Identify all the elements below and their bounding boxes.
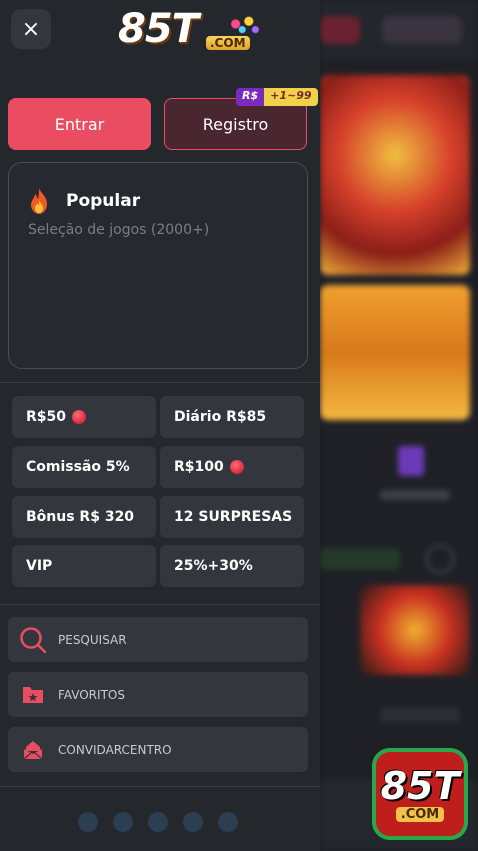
promo-item[interactable]: VIP (12, 545, 156, 587)
notification-dot (229, 460, 244, 474)
pagination-dots (78, 812, 238, 832)
badge-amount: +1~99 (264, 88, 318, 106)
divider (0, 786, 320, 787)
promo-label: R$50 (26, 409, 67, 425)
promo-item[interactable]: 25%+30% (160, 545, 304, 587)
close-button[interactable]: × (11, 9, 51, 49)
promo-item[interactable]: Bônus R$ 320 (12, 496, 156, 538)
popular-subtitle: Seleção de jogos (2000+) (28, 222, 210, 238)
pagination-dot[interactable] (148, 812, 168, 832)
close-icon: × (21, 16, 41, 42)
menu-item-favorites[interactable]: FAVORITOS (8, 672, 308, 717)
promo-label: Bônus R$ 320 (26, 509, 135, 525)
promo-label: Comissão 5% (26, 459, 130, 475)
promo-label: 12 SURPRESAS (174, 509, 293, 525)
folder-star-icon (8, 684, 58, 706)
menu-item-search[interactable]: PESQUISAR (8, 617, 308, 662)
menu-item-label: CONVIDARCENTRO (58, 742, 172, 757)
promo-item[interactable]: Diário R$85 (160, 396, 304, 438)
floating-logo-text: 85T (380, 763, 460, 808)
logo-com: .COM (206, 36, 250, 50)
fire-icon (31, 188, 47, 214)
background-label (380, 708, 460, 722)
background-pill (382, 16, 462, 44)
register-bonus-badge: R$ +1~99 (236, 88, 318, 106)
background-label (380, 490, 450, 500)
promo-label: VIP (26, 558, 53, 574)
pagination-dot[interactable] (218, 812, 238, 832)
floating-logo-com: .COM (395, 806, 445, 822)
promo-item[interactable]: Comissão 5% (12, 446, 156, 488)
logo-text: 85T (118, 6, 199, 52)
promo-label: 25%+30% (174, 558, 253, 574)
register-button-label: Registro (202, 114, 269, 134)
side-drawer: × 85T .COM Entrar Registro R$ +1~99 Popu… (0, 0, 320, 851)
menu-item-label: FAVORITOS (58, 687, 125, 702)
menu-item-invite[interactable]: CONVIDARCENTRO (8, 727, 308, 772)
promo-label: R$100 (174, 459, 224, 475)
promo-item[interactable]: 12 SURPRESAS (160, 496, 304, 538)
divider (0, 604, 320, 605)
brand-logo: 85T .COM (118, 6, 268, 56)
login-button-label: Entrar (54, 114, 105, 134)
floating-logo-button[interactable]: 85T .COM (372, 748, 468, 840)
invite-icon (8, 739, 58, 761)
background-promo-art (360, 585, 470, 675)
background-promo-icon (398, 446, 424, 476)
pagination-dot[interactable] (113, 812, 133, 832)
background-banner (320, 285, 470, 420)
pagination-dot[interactable] (183, 812, 203, 832)
promo-item[interactable]: R$50 (12, 396, 156, 438)
fireworks-icon (218, 10, 262, 38)
notification-dot (72, 410, 87, 424)
background-pill (320, 16, 360, 44)
promo-item[interactable]: R$100 (160, 446, 304, 488)
menu-item-label: PESQUISAR (58, 632, 127, 647)
badge-currency: R$ (236, 88, 265, 106)
login-button[interactable]: Entrar (8, 98, 151, 150)
popular-title: Popular (66, 191, 141, 211)
promo-label: Diário R$85 (174, 409, 267, 425)
background-pill (320, 548, 400, 570)
popular-card[interactable]: Popular Seleção de jogos (2000+) (8, 162, 308, 369)
divider (0, 382, 320, 383)
background-banner (320, 75, 470, 275)
pagination-dot[interactable] (78, 812, 98, 832)
search-icon (8, 625, 58, 655)
background-ring (425, 544, 455, 574)
background-page (320, 0, 478, 851)
